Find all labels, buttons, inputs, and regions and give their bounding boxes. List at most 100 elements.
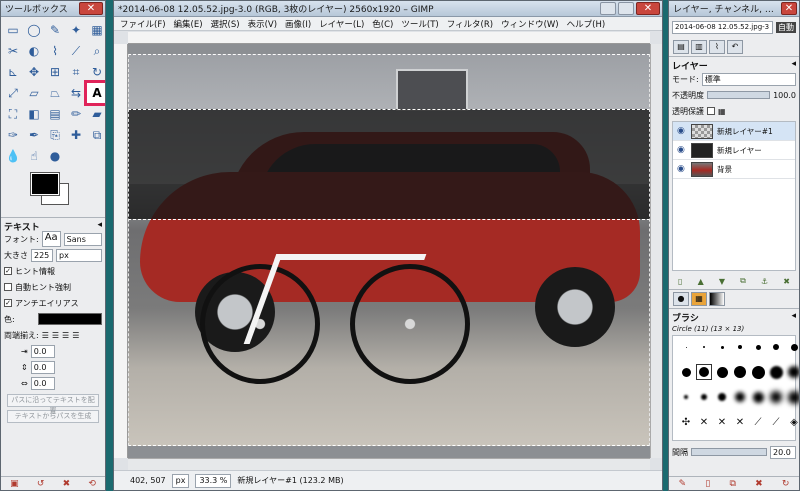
scissors-icon[interactable]: ✂ xyxy=(3,41,23,61)
refresh-brushes-icon[interactable]: ↻ xyxy=(782,479,790,489)
size-unit-select[interactable]: px xyxy=(56,248,102,262)
brush-item[interactable] xyxy=(733,390,747,404)
tab-undo-icon[interactable]: ↶ xyxy=(727,39,743,54)
brush-item[interactable]: ✕ xyxy=(697,415,711,429)
hinting-row[interactable]: ✓ ヒント情報 xyxy=(1,263,105,279)
size-input[interactable]: 225 xyxy=(31,248,53,262)
image-close-button[interactable]: ✕ xyxy=(636,2,660,15)
delete-layer-icon[interactable]: ✖ xyxy=(783,277,790,286)
font-preview-button[interactable]: Aa xyxy=(41,231,61,247)
tab-layers-icon[interactable]: ▤ xyxy=(673,39,689,54)
visibility-eye-icon[interactable]: ◉ xyxy=(677,164,687,174)
eraser-icon[interactable]: ▰ xyxy=(87,104,105,124)
layer-name[interactable]: 新規レイヤー xyxy=(717,145,762,156)
canvas-area[interactable] xyxy=(128,44,650,458)
image-canvas[interactable] xyxy=(128,54,650,446)
brush-item[interactable]: ◈ xyxy=(787,415,799,429)
antialias-checkbox[interactable]: ✓ xyxy=(4,299,12,307)
brush-item[interactable] xyxy=(769,340,783,354)
dock-close-button[interactable]: ✕ xyxy=(781,2,797,15)
line-spacing-input[interactable]: 0.0 xyxy=(30,360,55,374)
image-titlebar[interactable]: *2014-06-08 12.05.52.jpg-3.0 (RGB, 3枚のレイ… xyxy=(114,1,662,17)
text-along-path-button[interactable]: パスに沿ってテキストを配置 xyxy=(7,394,99,415)
paths-icon[interactable]: ⌇ xyxy=(45,41,65,61)
layer-row[interactable]: ◉ 背景 xyxy=(673,160,795,179)
menu-select[interactable]: 選択(S) xyxy=(211,18,240,30)
spacing-slider[interactable] xyxy=(691,448,767,456)
justify-center-icon[interactable]: ☰ xyxy=(62,331,69,340)
perspective-icon[interactable]: ⏢ xyxy=(45,83,65,103)
brush-item[interactable] xyxy=(751,390,765,404)
clone-icon[interactable]: ⎘ xyxy=(45,125,65,145)
duplicate-brush-icon[interactable]: ⧉ xyxy=(729,479,735,489)
foreground-color-swatch[interactable] xyxy=(30,172,60,196)
heal-icon[interactable]: ✚ xyxy=(66,125,86,145)
brushes-menu-icon[interactable]: ◂ xyxy=(791,311,796,321)
brush-item[interactable] xyxy=(697,390,711,404)
tab-paths-icon[interactable]: ⌇ xyxy=(709,39,725,54)
unit-select[interactable]: px xyxy=(171,473,190,488)
menu-view[interactable]: 表示(V) xyxy=(248,18,277,30)
pencil-icon[interactable]: ✏ xyxy=(66,104,86,124)
foreground-select-icon[interactable]: ◐ xyxy=(24,41,44,61)
brush-item[interactable] xyxy=(679,390,693,404)
color-picker-icon[interactable]: ⟋ xyxy=(66,41,86,61)
mode-select[interactable]: 標準 xyxy=(701,72,796,86)
minimize-icon[interactable] xyxy=(600,2,616,15)
tab-channels-icon[interactable]: ▥ xyxy=(691,39,707,54)
image-selector[interactable]: 2014-06-08 12.05.52.jpg-3 xyxy=(672,20,773,34)
toolbox-close-button[interactable]: ✕ xyxy=(79,2,103,15)
brush-item[interactable]: ✕ xyxy=(715,415,729,429)
layer-name[interactable]: 新規レイヤー#1 xyxy=(717,126,773,137)
panel-menu-icon[interactable]: ◂ xyxy=(97,220,102,230)
brush-item[interactable]: ⟋ xyxy=(751,415,765,429)
blend-icon[interactable]: ▤ xyxy=(45,104,65,124)
reset-options-icon[interactable]: ⟲ xyxy=(88,479,96,489)
horizontal-ruler[interactable] xyxy=(128,32,650,44)
toolbox-titlebar[interactable]: ツールボックス ✕ xyxy=(1,1,105,17)
brush-item[interactable] xyxy=(679,365,693,379)
move-icon[interactable]: ✥ xyxy=(24,62,44,82)
fuzzy-select-icon[interactable]: ✦ xyxy=(66,20,86,40)
flip-icon[interactable]: ⇆ xyxy=(66,83,86,103)
brush-item-selected[interactable] xyxy=(696,364,712,380)
menu-edit[interactable]: 編集(E) xyxy=(174,18,203,30)
lock-alpha-checkbox[interactable] xyxy=(707,107,715,115)
brush-item[interactable] xyxy=(715,365,729,379)
restore-options-icon[interactable]: ↺ xyxy=(37,479,45,489)
brush-item[interactable] xyxy=(733,365,747,379)
text-color-button[interactable] xyxy=(37,313,102,325)
justify-fill-icon[interactable]: ☰ xyxy=(72,331,79,340)
vertical-scrollbar[interactable] xyxy=(650,44,662,458)
brush-item[interactable]: ✕ xyxy=(733,415,747,429)
brush-item[interactable] xyxy=(751,340,765,354)
zoom-icon[interactable]: ⌕ xyxy=(87,41,105,61)
menu-file[interactable]: ファイル(F) xyxy=(120,18,166,30)
menu-image[interactable]: 画像(I) xyxy=(285,18,311,30)
menu-layer[interactable]: レイヤー(L) xyxy=(319,18,364,30)
path-from-text-button[interactable]: テキストからパスを生成 xyxy=(7,410,99,423)
measure-icon[interactable]: ⊾ xyxy=(3,62,23,82)
crop-icon[interactable]: ⌗ xyxy=(66,62,86,82)
horizontal-scrollbar[interactable] xyxy=(128,458,650,470)
visibility-eye-icon[interactable]: ◉ xyxy=(677,145,687,155)
brush-item[interactable] xyxy=(733,340,747,354)
zoom-select[interactable]: 33.3 % xyxy=(195,473,232,488)
layers-menu-icon[interactable]: ◂ xyxy=(791,59,796,69)
raise-layer-icon[interactable]: ▲ xyxy=(698,277,704,286)
ink-icon[interactable]: ✒ xyxy=(24,125,44,145)
free-select-icon[interactable]: ✎ xyxy=(45,20,65,40)
layer-row[interactable]: ◉ 新規レイヤー xyxy=(673,141,795,160)
font-input[interactable]: Sans xyxy=(63,232,102,246)
color-select-icon[interactable]: ▦ xyxy=(87,20,105,40)
layer-row[interactable]: ◉ 新規レイヤー#1 xyxy=(673,122,795,141)
ellipse-select-icon[interactable]: ◯ xyxy=(24,20,44,40)
hinting-checkbox[interactable]: ✓ xyxy=(4,267,12,275)
save-options-icon[interactable]: ▣ xyxy=(10,479,19,489)
brush-item[interactable] xyxy=(715,340,729,354)
delete-options-icon[interactable]: ✖ xyxy=(63,479,71,489)
scale-icon[interactable]: ⤢ xyxy=(3,83,23,103)
justify-right-icon[interactable]: ☰ xyxy=(52,331,59,340)
edit-brush-icon[interactable]: ✎ xyxy=(679,479,687,489)
align-icon[interactable]: ⊞ xyxy=(45,62,65,82)
